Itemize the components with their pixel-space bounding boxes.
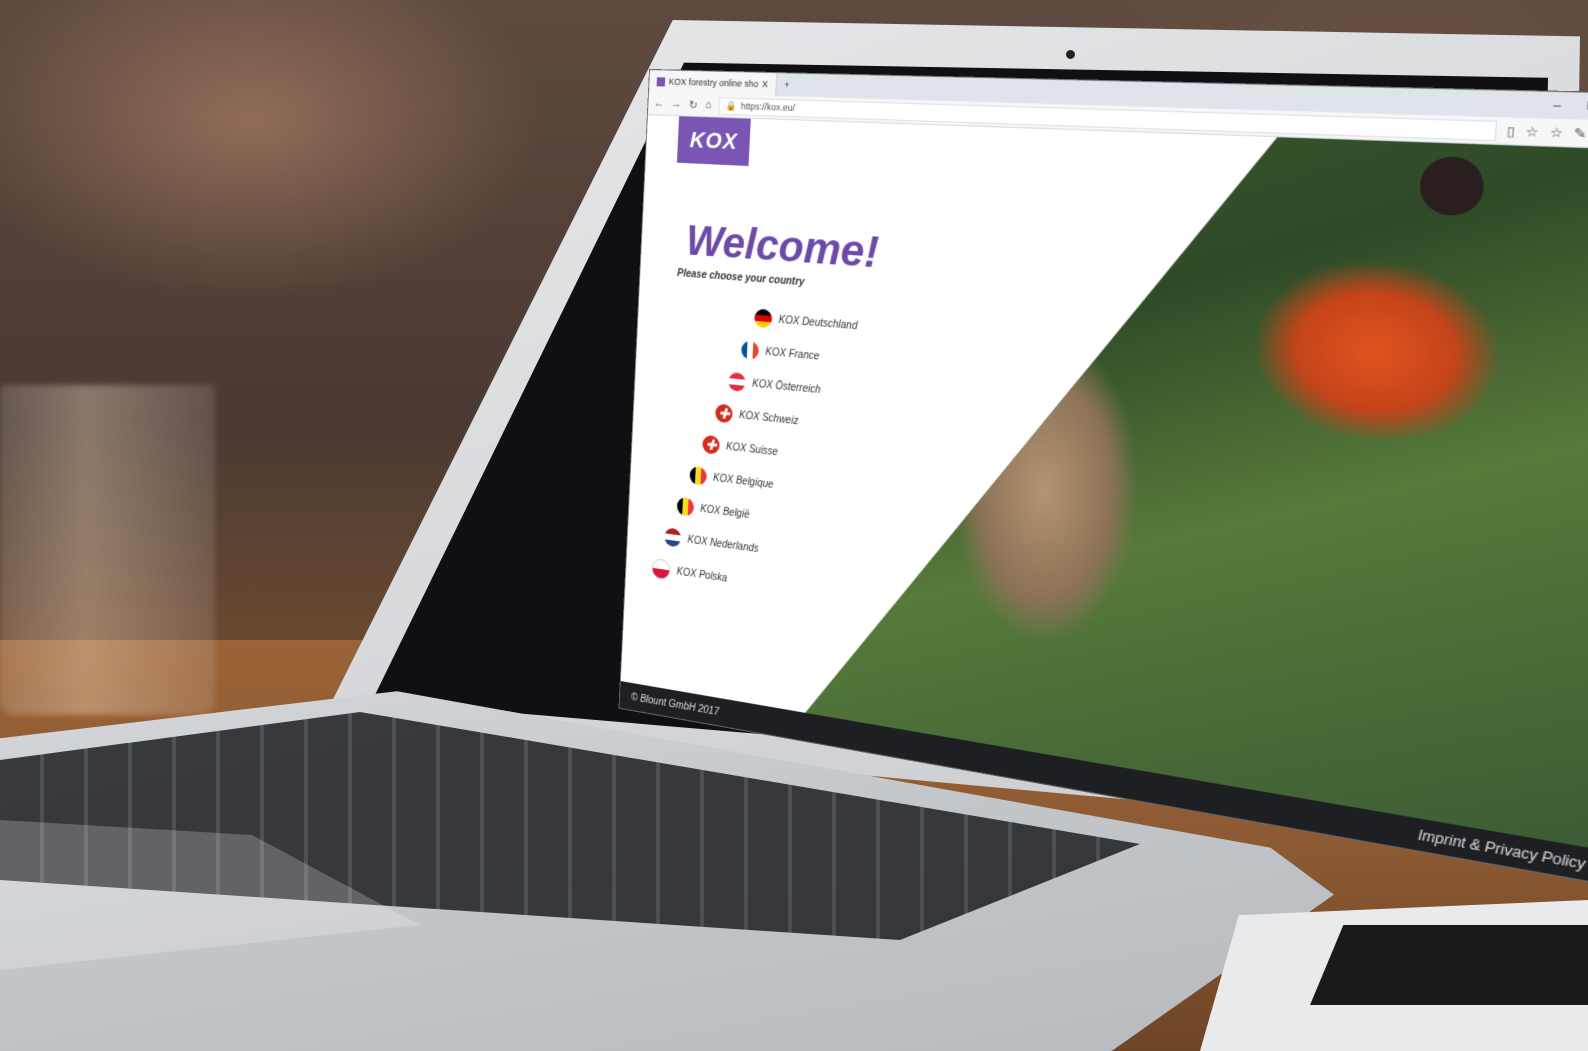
welcome-heading: Welcome!	[685, 215, 880, 277]
country-link-pl[interactable]: KOX Polska	[651, 557, 727, 589]
belgium-flag-icon	[676, 496, 695, 517]
poland-flag-icon	[651, 557, 671, 581]
favorite-star-icon[interactable]: ☆	[1525, 123, 1539, 140]
kox-logo[interactable]: KOX	[676, 116, 751, 167]
home-icon[interactable]: ⌂	[705, 99, 712, 111]
switzerland-flag-icon: ✚	[702, 434, 720, 455]
country-list: KOX Deutschland KOX France KOX Österreic…	[639, 299, 1038, 584]
switzerland-flag-icon: ✚	[714, 403, 733, 424]
phone-screen	[1310, 925, 1588, 1005]
url-text: https://kox.eu/	[740, 100, 796, 114]
france-flag-icon	[740, 340, 760, 361]
forward-icon[interactable]: →	[671, 98, 682, 110]
country-link-be-fr[interactable]: KOX Belgique	[689, 465, 774, 494]
camera	[1066, 50, 1075, 59]
austria-flag-icon	[727, 371, 746, 393]
tab-close-button[interactable]: X	[762, 79, 768, 89]
country-link-be-nl[interactable]: KOX België	[676, 496, 750, 525]
country-link-de[interactable]: KOX Deutschland	[754, 308, 858, 335]
refresh-icon[interactable]: ↻	[689, 98, 698, 111]
maximize-button[interactable]: ☐	[1574, 99, 1588, 113]
back-icon[interactable]: ←	[654, 97, 665, 109]
notes-pen-icon[interactable]: ✎	[1574, 125, 1588, 141]
country-link-nl[interactable]: KOX Nederlands	[663, 527, 759, 558]
lock-icon: 🔒	[725, 99, 737, 111]
country-link-fr[interactable]: KOX France	[740, 340, 820, 366]
favorites-hub-icon[interactable]: ☆	[1549, 124, 1563, 140]
country-link-ch-de[interactable]: ✚ KOX Schweiz	[714, 403, 799, 430]
kox-favicon-icon	[656, 76, 666, 86]
germany-flag-icon	[754, 308, 773, 329]
water-glass	[0, 385, 215, 715]
minimize-button[interactable]: –	[1539, 98, 1575, 113]
country-link-ch-fr[interactable]: ✚ KOX Suisse	[702, 434, 778, 462]
tab-title: KOX forestry online sho	[668, 76, 759, 90]
netherlands-flag-icon	[663, 527, 682, 548]
tab-kox[interactable]: KOX forestry online sho X	[648, 70, 778, 96]
reading-view-icon[interactable]: ▯	[1506, 123, 1515, 139]
belgium-flag-icon	[689, 465, 708, 486]
new-tab-button[interactable]: +	[776, 79, 797, 90]
country-link-at[interactable]: KOX Österreich	[727, 371, 821, 399]
